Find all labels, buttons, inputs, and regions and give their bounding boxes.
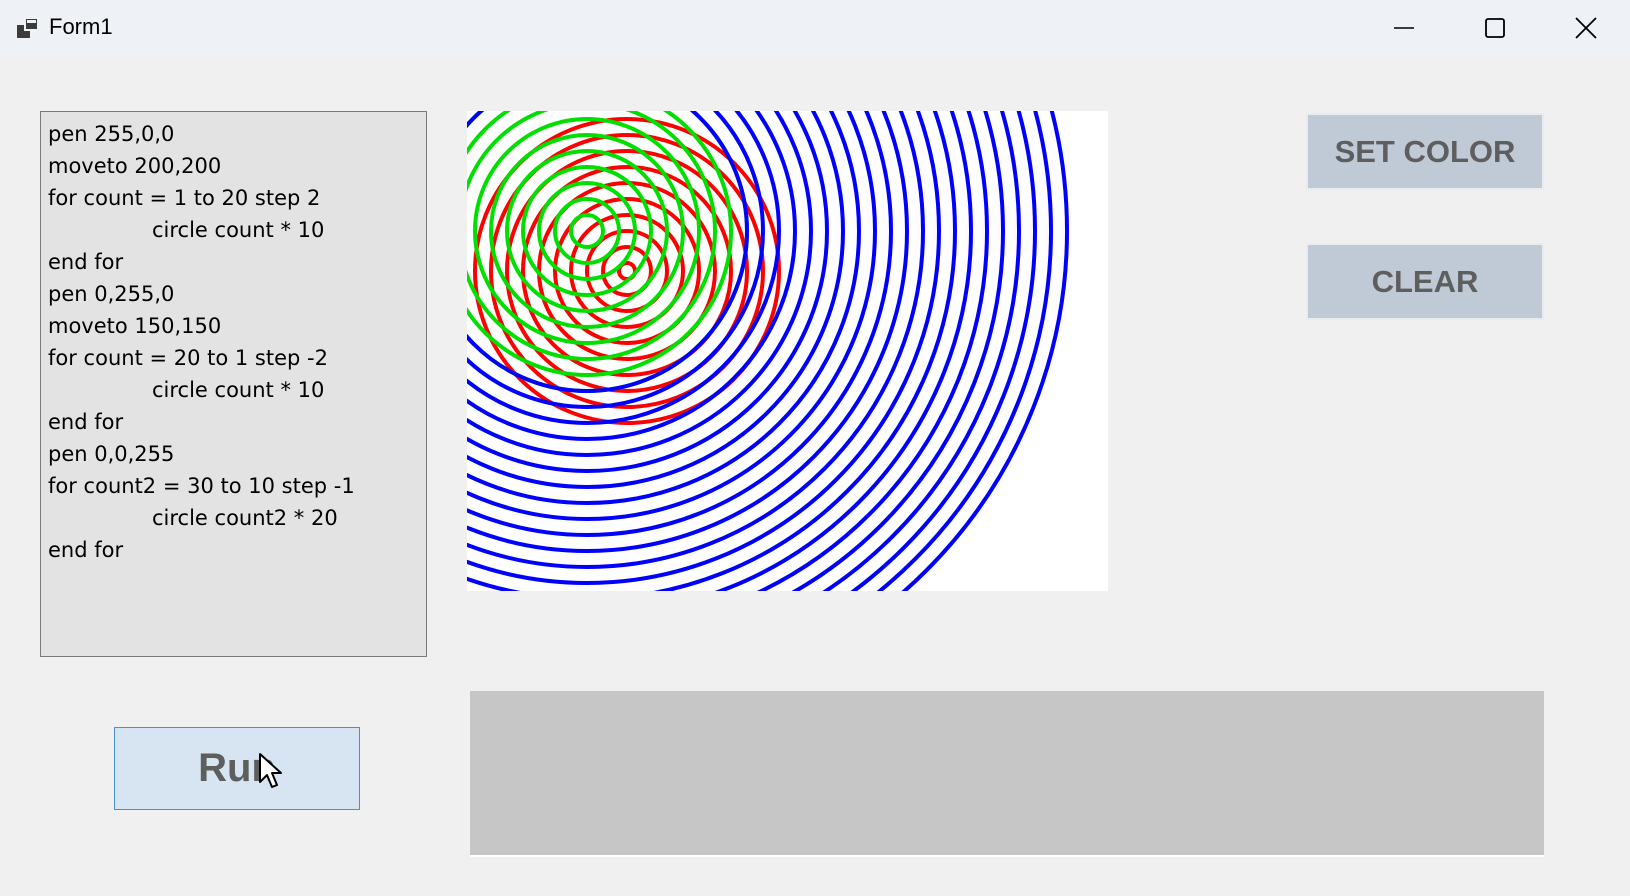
code-line: for count = 1 to 20 step 2 [48, 186, 321, 210]
maximize-button[interactable] [1450, 0, 1540, 56]
drawing-canvas [467, 111, 1108, 591]
code-line: end for [48, 250, 124, 274]
set-color-button[interactable]: SET COLOR [1306, 113, 1544, 190]
code-line: end for [48, 538, 124, 562]
close-icon [1575, 17, 1597, 39]
code-line: for count2 = 30 to 10 step -1 [48, 474, 355, 498]
green-circle [467, 111, 717, 361]
code-line: pen 255,0,0 [48, 122, 175, 146]
code-line: pen 0,0,255 [48, 442, 175, 466]
code-line: moveto 150,150 [48, 314, 222, 338]
code-line: pen 0,255,0 [48, 282, 175, 306]
blue-circle [467, 111, 829, 473]
code-line: moveto 200,200 [48, 154, 222, 178]
run-button[interactable]: Run [114, 727, 360, 810]
code-line: circle count * 10 [152, 378, 325, 402]
close-button[interactable] [1541, 0, 1630, 56]
code-line: circle count * 10 [152, 218, 325, 242]
mouse-cursor-icon [259, 753, 282, 788]
app-icon [17, 17, 39, 38]
minimize-button[interactable] [1359, 0, 1449, 56]
code-line: end for [48, 410, 124, 434]
code-editor[interactable]: pen 255,0,0 moveto 200,200 for count = 1 t… [40, 111, 427, 657]
minimize-icon [1394, 27, 1414, 29]
window-title: Form1 [49, 14, 113, 39]
code-line: circle count2 * 20 [152, 506, 338, 530]
maximize-icon [1485, 18, 1505, 38]
title-bar: Form1 [0, 0, 1630, 56]
output-panel [470, 691, 1544, 857]
clear-button[interactable]: CLEAR [1306, 243, 1544, 320]
code-line: for count = 20 to 1 step -2 [48, 346, 328, 370]
